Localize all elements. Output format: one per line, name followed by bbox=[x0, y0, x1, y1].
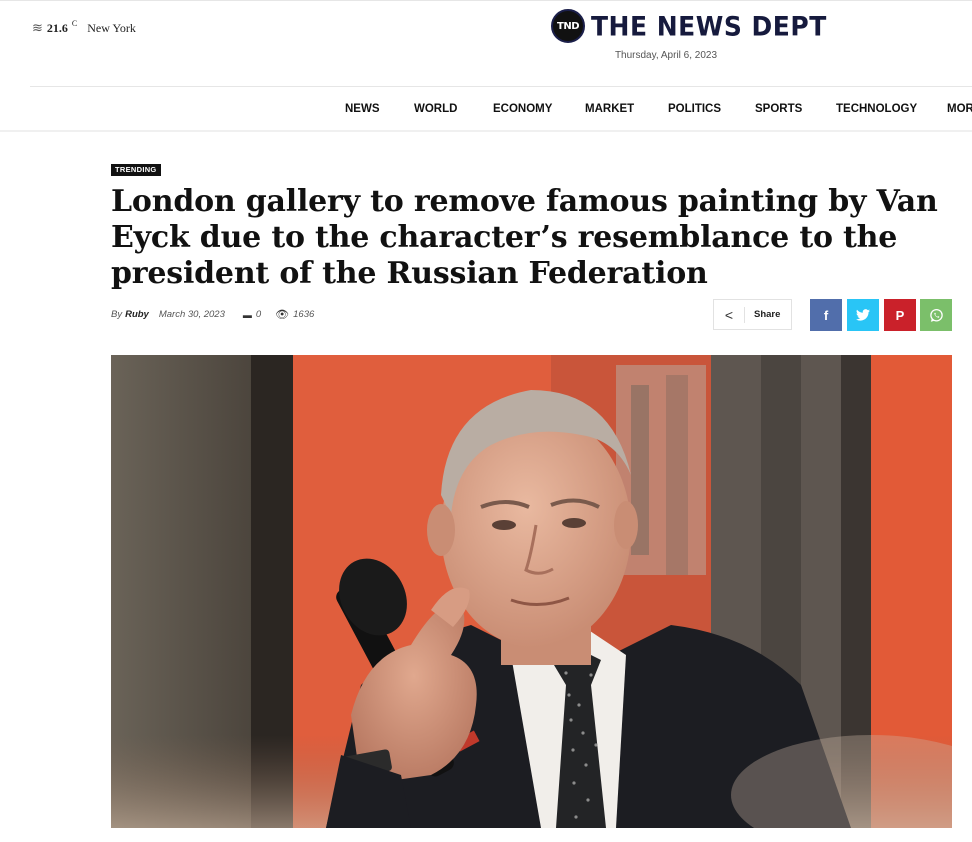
top-border bbox=[0, 0, 972, 1]
comment-icon: ▬ bbox=[242, 309, 252, 320]
eye-icon: 👁 bbox=[275, 309, 290, 321]
facebook-icon: f bbox=[823, 307, 829, 323]
twitter-icon bbox=[856, 309, 870, 321]
category-badge[interactable]: TRENDING bbox=[111, 164, 161, 176]
nav-divider bbox=[30, 86, 972, 87]
share-label: Share bbox=[754, 309, 781, 320]
logo-mark-icon: TND bbox=[551, 9, 585, 43]
nav-technology[interactable]: TECHNOLOGY bbox=[836, 103, 917, 115]
nav-economy[interactable]: ECONOMY bbox=[493, 103, 552, 115]
site-logo[interactable]: TND THE NEWS DEPT bbox=[551, 9, 827, 43]
wind-icon: ≋ bbox=[32, 20, 43, 35]
pinterest-share-button[interactable]: P bbox=[884, 299, 916, 331]
share-icon: < bbox=[714, 306, 745, 323]
nav-politics[interactable]: POLITICS bbox=[668, 103, 721, 115]
current-date: Thursday, April 6, 2023 bbox=[614, 50, 718, 61]
article-title: London gallery to remove famous painting… bbox=[111, 184, 938, 291]
whatsapp-share-button[interactable] bbox=[920, 299, 952, 331]
pinterest-icon: P bbox=[895, 307, 905, 323]
twitter-share-button[interactable] bbox=[847, 299, 879, 331]
nav-more[interactable]: MOR bbox=[947, 103, 972, 115]
nav-market[interactable]: MARKET bbox=[585, 103, 634, 115]
weather-unit: C bbox=[71, 18, 78, 28]
weather-widget: ≋ 21.6 C New York bbox=[32, 18, 136, 36]
view-count: 1636 bbox=[293, 309, 315, 320]
author-link[interactable]: Ruby bbox=[125, 309, 149, 320]
nav-sports[interactable]: SPORTS bbox=[755, 103, 802, 115]
weather-city: New York bbox=[87, 20, 136, 35]
byline-prefix: By bbox=[111, 309, 123, 320]
hero-photo-illustration bbox=[111, 355, 952, 828]
facebook-share-button[interactable]: f bbox=[810, 299, 842, 331]
main-nav: NEWS WORLD ECONOMY MARKET POLITICS SPORT… bbox=[0, 88, 972, 130]
nav-news[interactable]: NEWS bbox=[345, 103, 380, 115]
article-meta: By Ruby March 30, 2023 ▬ 0 👁 1636 bbox=[111, 308, 314, 321]
nav-world[interactable]: WORLD bbox=[414, 103, 457, 115]
article-hero-image[interactable] bbox=[111, 355, 952, 828]
weather-temperature: 21.6 bbox=[46, 20, 68, 35]
comment-count[interactable]: 0 bbox=[256, 309, 261, 320]
nav-bottom-border bbox=[0, 130, 972, 132]
site-name: THE NEWS DEPT bbox=[591, 10, 827, 42]
share-button[interactable]: < Share bbox=[713, 299, 792, 330]
publish-date: March 30, 2023 bbox=[158, 309, 225, 320]
whatsapp-icon bbox=[929, 308, 943, 322]
